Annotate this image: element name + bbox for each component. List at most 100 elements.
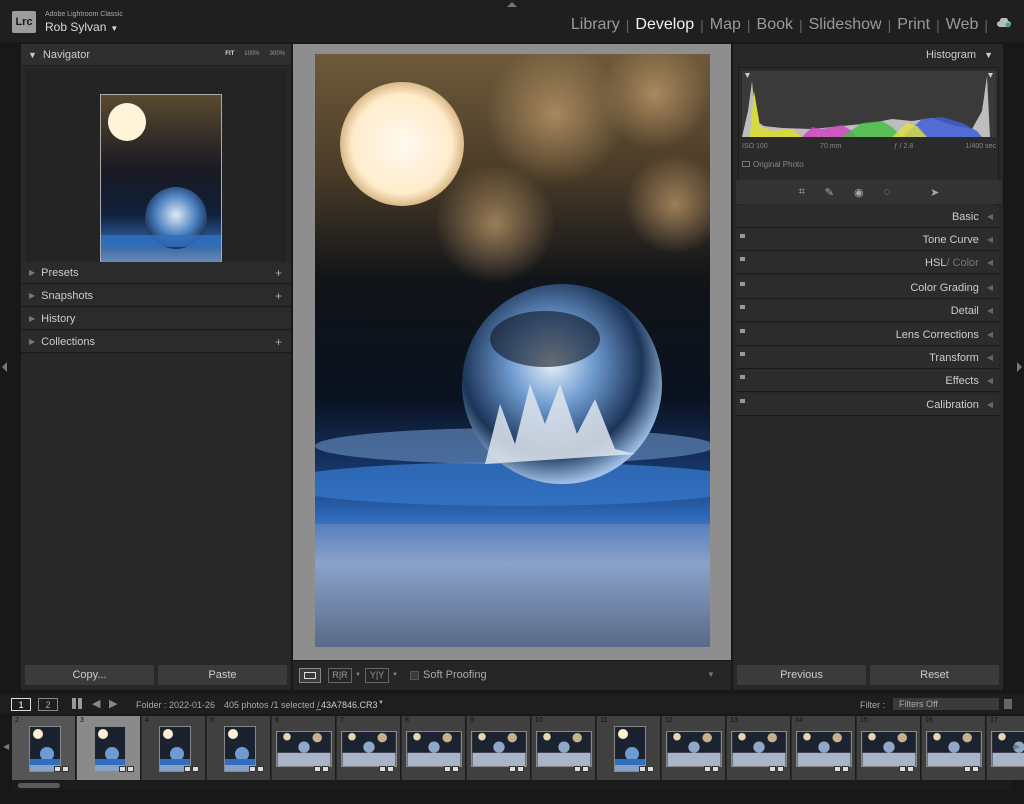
module-web[interactable]: Web: [940, 16, 985, 34]
filmstrip-cell[interactable]: 3: [77, 716, 141, 780]
filmstrip-scrollbar[interactable]: [12, 781, 1012, 790]
filmstrip-thumbnail[interactable]: [406, 731, 462, 767]
calibration-panel-header[interactable]: Calibration ◀: [736, 394, 999, 416]
secondary-window-button[interactable]: 2: [38, 698, 58, 711]
filmstrip-thumbnail[interactable]: [341, 731, 397, 767]
before-after-dropdown-icon[interactable]: ▼: [392, 672, 398, 678]
module-print[interactable]: Print: [891, 16, 936, 34]
filmstrip-cell[interactable]: 7: [337, 716, 401, 780]
panel-switch-icon[interactable]: [740, 329, 745, 333]
panel-switch-icon[interactable]: [740, 257, 745, 261]
color-grading-panel-header[interactable]: Color Grading ◀: [736, 277, 999, 299]
toolbar-menu-icon[interactable]: ▼: [707, 670, 715, 679]
filmstrip-cell[interactable]: 11: [597, 716, 661, 780]
module-slideshow[interactable]: Slideshow: [803, 16, 888, 34]
add-snapshot-icon[interactable]: +: [275, 289, 282, 303]
histogram-chart[interactable]: [742, 71, 996, 137]
filmstrip-thumbnail[interactable]: [796, 731, 852, 767]
filmstrip-thumbnail[interactable]: [276, 731, 332, 767]
filter-lock-icon[interactable]: [1004, 699, 1012, 709]
presets-panel-header[interactable]: ▶ Presets +: [21, 262, 291, 284]
healing-tool-icon[interactable]: ✎: [825, 186, 834, 199]
filmstrip-cell[interactable]: 9: [467, 716, 531, 780]
panel-switch-icon[interactable]: [740, 399, 745, 403]
edited-badge-icon: [769, 766, 776, 772]
before-after-dropdown-icon[interactable]: ▼: [355, 672, 361, 678]
filmstrip-thumbnail[interactable]: [471, 731, 527, 767]
filmstrip-cell[interactable]: 15: [857, 716, 921, 780]
soft-proofing-checkbox[interactable]: [410, 671, 419, 680]
filmstrip-thumbnail[interactable]: [731, 731, 787, 767]
copy-button[interactable]: Copy...: [25, 665, 154, 685]
folder-source[interactable]: Folder : 2022-01-26: [136, 700, 215, 710]
left-panel-toggle-icon[interactable]: [2, 362, 7, 372]
navigator-header[interactable]: ▼ Navigator FIT 100% 300%: [21, 44, 291, 66]
zoom-300[interactable]: 300%: [270, 51, 285, 57]
collections-panel-header[interactable]: ▶ Collections +: [21, 331, 291, 353]
add-preset-icon[interactable]: +: [275, 266, 282, 280]
history-panel-header[interactable]: ▶ History: [21, 308, 291, 330]
right-panel-toggle-icon[interactable]: [1017, 362, 1022, 372]
add-collection-icon[interactable]: +: [275, 335, 282, 349]
back-arrow-icon[interactable]: ◀: [92, 697, 100, 710]
hsl-panel-header[interactable]: HSL / Color ◀: [736, 252, 999, 274]
zoom-100[interactable]: 100%: [244, 51, 259, 57]
filmstrip-cell[interactable]: 14: [792, 716, 856, 780]
tone-curve-panel-header[interactable]: Tone Curve ◀: [736, 229, 999, 251]
detail-panel-header[interactable]: Detail ◀: [736, 300, 999, 322]
filmstrip-cell[interactable]: 13: [727, 716, 791, 780]
before-after-yy-button[interactable]: Y|Y: [365, 668, 389, 683]
primary-window-button[interactable]: 1: [11, 698, 31, 711]
scrollbar-thumb[interactable]: [18, 783, 60, 788]
snapshots-panel-header[interactable]: ▶ Snapshots +: [21, 285, 291, 307]
loupe-view-button[interactable]: [299, 668, 321, 683]
crop-tool-icon[interactable]: ⌗: [799, 186, 805, 199]
cloud-sync-icon[interactable]: [996, 18, 1012, 28]
module-library[interactable]: Library: [565, 16, 626, 34]
reset-button[interactable]: Reset: [870, 665, 999, 685]
transform-panel-header[interactable]: Transform ◀: [736, 347, 999, 369]
filmstrip-thumbnail[interactable]: [861, 731, 917, 767]
module-book[interactable]: Book: [751, 16, 799, 34]
paste-button[interactable]: Paste: [158, 665, 287, 685]
filmstrip-cell[interactable]: 8: [402, 716, 466, 780]
panel-switch-icon[interactable]: [740, 234, 745, 238]
forward-arrow-icon[interactable]: ▶: [109, 697, 117, 710]
module-map[interactable]: Map: [704, 16, 747, 34]
panel-switch-icon[interactable]: [740, 282, 745, 286]
filmstrip-cell[interactable]: 6: [272, 716, 336, 780]
histogram-header[interactable]: Histogram ▼: [733, 44, 1003, 66]
filmstrip-cell[interactable]: 12: [662, 716, 726, 780]
filmstrip-thumbnail[interactable]: [536, 731, 592, 767]
previous-button[interactable]: Previous: [737, 665, 866, 685]
navigator-thumbnail[interactable]: [100, 94, 222, 278]
filmstrip-cell[interactable]: 5: [207, 716, 271, 780]
red-eye-tool-icon[interactable]: ◉: [854, 186, 864, 199]
filmstrip-cell[interactable]: 4: [142, 716, 206, 780]
effects-panel-header[interactable]: Effects ◀: [736, 370, 999, 392]
selected-filename[interactable]: _43A7846.CR3: [316, 700, 378, 710]
basic-panel-header[interactable]: Basic ◀: [736, 206, 999, 228]
panel-switch-icon[interactable]: [740, 305, 745, 309]
panel-switch-icon[interactable]: [740, 352, 745, 356]
chevron-down-icon[interactable]: ▼: [378, 700, 384, 706]
main-photo[interactable]: [315, 54, 710, 647]
chevron-down-icon[interactable]: ▼: [110, 24, 118, 33]
before-after-rr-button[interactable]: R|R: [328, 668, 352, 683]
top-panel-toggle-icon[interactable]: [507, 2, 517, 7]
filmstrip-cell[interactable]: 16: [922, 716, 986, 780]
zoom-fit[interactable]: FIT: [225, 51, 234, 57]
lens-corrections-panel-header[interactable]: Lens Corrections ◀: [736, 324, 999, 346]
filmstrip-thumbnail[interactable]: [926, 731, 982, 767]
masking-tool-icon[interactable]: ◌: [884, 186, 891, 198]
grid-view-icon[interactable]: [72, 698, 83, 709]
identity-plate[interactable]: Rob Sylvan ▼: [45, 20, 118, 34]
filmstrip-right-arrow-icon[interactable]: ▶: [1014, 742, 1020, 751]
panel-switch-icon[interactable]: [740, 375, 745, 379]
filter-select[interactable]: Filters Off: [893, 698, 999, 710]
filmstrip-left-arrow-icon[interactable]: ◀: [3, 742, 9, 751]
filmstrip-cell[interactable]: 2: [12, 716, 76, 780]
filmstrip-cell[interactable]: 10: [532, 716, 596, 780]
filmstrip-thumbnail[interactable]: [666, 731, 722, 767]
module-develop[interactable]: Develop: [629, 16, 700, 34]
